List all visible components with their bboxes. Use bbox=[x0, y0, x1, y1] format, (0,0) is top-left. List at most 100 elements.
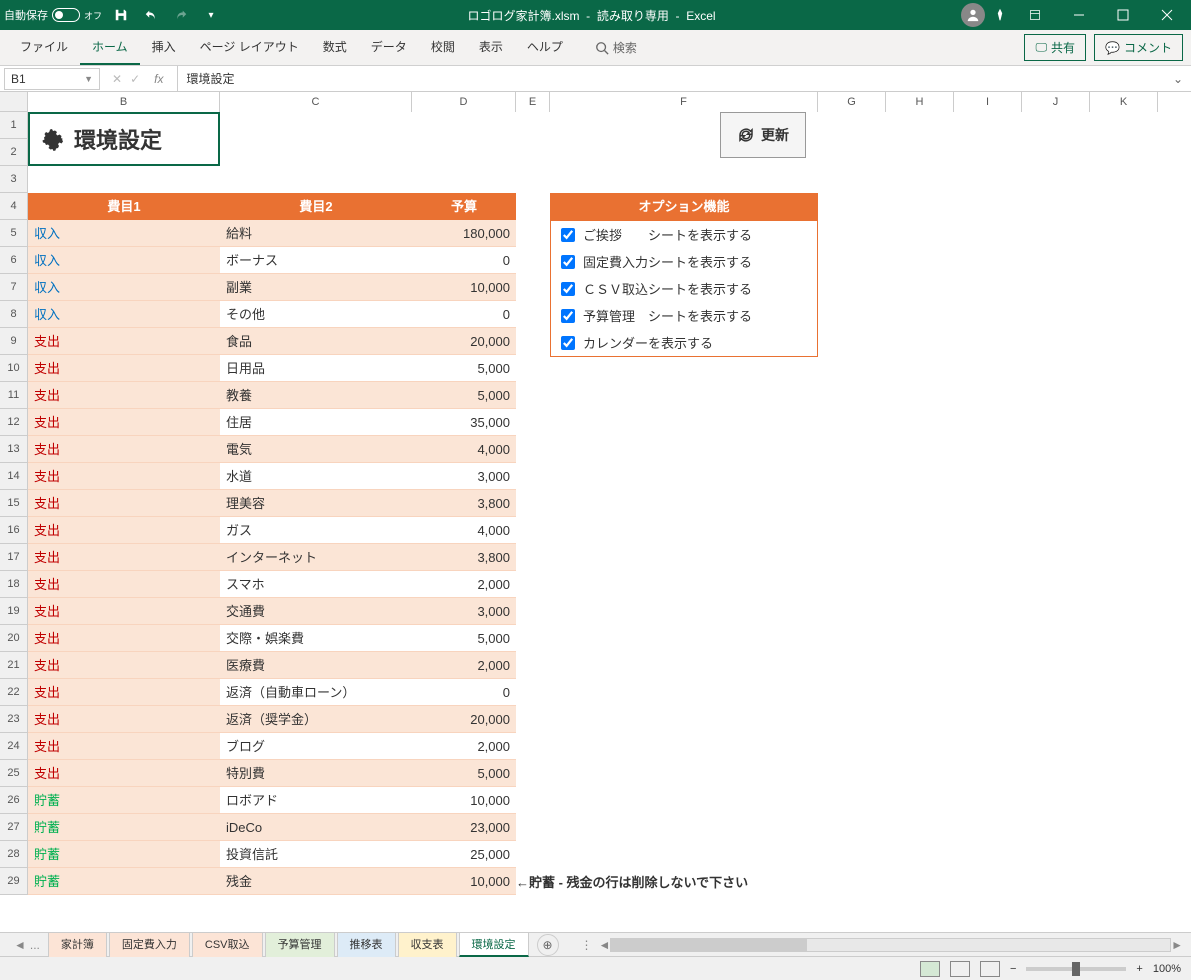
table-row[interactable]: 支出ブログ2,000 bbox=[28, 733, 516, 760]
table-row[interactable]: 支出返済（奨学金）20,000 bbox=[28, 706, 516, 733]
cell-item[interactable]: スマホ bbox=[220, 571, 412, 597]
cell-item[interactable]: 残金 bbox=[220, 868, 412, 894]
page-title-cell[interactable]: 環境設定 bbox=[28, 112, 220, 166]
row-header-21[interactable]: 21 bbox=[0, 652, 28, 679]
table-row[interactable]: 支出食品20,000 bbox=[28, 328, 516, 355]
sheet-tab[interactable]: 予算管理 bbox=[265, 932, 335, 957]
user-avatar[interactable] bbox=[961, 3, 985, 27]
cell-item[interactable]: 特別費 bbox=[220, 760, 412, 786]
cell-budget[interactable]: 2,000 bbox=[412, 733, 516, 759]
col-header-I[interactable]: I bbox=[954, 92, 1022, 112]
table-row[interactable]: 支出インターネット3,800 bbox=[28, 544, 516, 571]
undo-icon[interactable] bbox=[140, 4, 162, 26]
cell-category[interactable]: 支出 bbox=[28, 328, 220, 354]
cell-item[interactable]: 交通費 bbox=[220, 598, 412, 624]
table-row[interactable]: 支出電気4,000 bbox=[28, 436, 516, 463]
cell-category[interactable]: 支出 bbox=[28, 517, 220, 543]
sheet-tab[interactable]: 環境設定 bbox=[459, 932, 529, 957]
page-break-view-icon[interactable] bbox=[980, 961, 1000, 977]
fx-icon[interactable]: fx bbox=[148, 72, 169, 86]
row-header-23[interactable]: 23 bbox=[0, 706, 28, 733]
table-row[interactable]: 貯蓄投資信託25,000 bbox=[28, 841, 516, 868]
zoom-slider[interactable] bbox=[1026, 967, 1126, 971]
sheet-nav-more-icon[interactable]: ... bbox=[30, 938, 40, 952]
cell-budget[interactable]: 20,000 bbox=[412, 706, 516, 732]
cell-item[interactable]: 教養 bbox=[220, 382, 412, 408]
row-header-29[interactable]: 29 bbox=[0, 868, 28, 895]
ribbon-tab-1[interactable]: ホーム bbox=[80, 30, 140, 65]
row-header-28[interactable]: 28 bbox=[0, 841, 28, 868]
row-header-10[interactable]: 10 bbox=[0, 355, 28, 382]
row-header-19[interactable]: 19 bbox=[0, 598, 28, 625]
col-header-E[interactable]: E bbox=[516, 92, 550, 112]
table-row[interactable]: 貯蓄iDeCo23,000 bbox=[28, 814, 516, 841]
cell-item[interactable]: 住居 bbox=[220, 409, 412, 435]
formula-input[interactable]: 環境設定 bbox=[178, 70, 1164, 87]
cell-budget[interactable]: 4,000 bbox=[412, 436, 516, 462]
row-header-2[interactable]: 2 bbox=[0, 139, 28, 166]
comments-button[interactable]: 💬コメント bbox=[1094, 34, 1183, 61]
horizontal-scrollbar[interactable] bbox=[610, 938, 1171, 952]
row-header-13[interactable]: 13 bbox=[0, 436, 28, 463]
save-icon[interactable] bbox=[110, 4, 132, 26]
cell-category[interactable]: 支出 bbox=[28, 355, 220, 381]
cell-category[interactable]: 支出 bbox=[28, 760, 220, 786]
cell-category[interactable]: 支出 bbox=[28, 463, 220, 489]
normal-view-icon[interactable] bbox=[920, 961, 940, 977]
cell-item[interactable]: 食品 bbox=[220, 328, 412, 354]
row-header-6[interactable]: 6 bbox=[0, 247, 28, 274]
table-row[interactable]: 支出スマホ2,000 bbox=[28, 571, 516, 598]
table-row[interactable]: 支出水道3,000 bbox=[28, 463, 516, 490]
table-row[interactable]: 支出理美容3,800 bbox=[28, 490, 516, 517]
cell-budget[interactable]: 3,000 bbox=[412, 598, 516, 624]
hscroll-right-icon[interactable]: ► bbox=[1171, 938, 1183, 952]
row-header-3[interactable]: 3 bbox=[0, 166, 28, 193]
cell-item[interactable]: ガス bbox=[220, 517, 412, 543]
cell-category[interactable]: 支出 bbox=[28, 409, 220, 435]
row-header-14[interactable]: 14 bbox=[0, 463, 28, 490]
ribbon-tab-2[interactable]: 挿入 bbox=[140, 30, 188, 65]
cell-budget[interactable]: 5,000 bbox=[412, 355, 516, 381]
option-checkbox[interactable] bbox=[561, 228, 575, 242]
col-header-F[interactable]: F bbox=[550, 92, 818, 112]
row-header-27[interactable]: 27 bbox=[0, 814, 28, 841]
sheet-tab[interactable]: 収支表 bbox=[398, 932, 457, 957]
cell-category[interactable]: 貯蓄 bbox=[28, 787, 220, 813]
autosave-toggle[interactable]: 自動保存 オフ bbox=[4, 7, 102, 23]
cell-budget[interactable]: 2,000 bbox=[412, 652, 516, 678]
cell-budget[interactable]: 23,000 bbox=[412, 814, 516, 840]
option-checkbox[interactable] bbox=[561, 255, 575, 269]
row-header-7[interactable]: 7 bbox=[0, 274, 28, 301]
cell-budget[interactable]: 180,000 bbox=[412, 220, 516, 246]
cell-category[interactable]: 貯蓄 bbox=[28, 868, 220, 894]
row-header-9[interactable]: 9 bbox=[0, 328, 28, 355]
cell-item[interactable]: ブログ bbox=[220, 733, 412, 759]
cell-category[interactable]: 収入 bbox=[28, 220, 220, 246]
col-header-G[interactable]: G bbox=[818, 92, 886, 112]
cell-budget[interactable]: 0 bbox=[412, 247, 516, 273]
ribbon-tab-4[interactable]: 数式 bbox=[311, 30, 359, 65]
option-checkbox[interactable] bbox=[561, 282, 575, 296]
coming-soon-icon[interactable] bbox=[989, 4, 1011, 26]
cell-budget[interactable]: 10,000 bbox=[412, 787, 516, 813]
cell-category[interactable]: 収入 bbox=[28, 274, 220, 300]
col-header-B[interactable]: B bbox=[28, 92, 220, 112]
formula-expand-icon[interactable]: ⌄ bbox=[1165, 72, 1191, 86]
cell-item[interactable]: 返済（自動車ローン） bbox=[220, 679, 412, 705]
cell-item[interactable]: ボーナス bbox=[220, 247, 412, 273]
table-row[interactable]: 収入ボーナス0 bbox=[28, 247, 516, 274]
cell-budget[interactable]: 5,000 bbox=[412, 382, 516, 408]
cell-category[interactable]: 収入 bbox=[28, 247, 220, 273]
row-header-24[interactable]: 24 bbox=[0, 733, 28, 760]
col-header-H[interactable]: H bbox=[886, 92, 954, 112]
cell-item[interactable]: 返済（奨学金） bbox=[220, 706, 412, 732]
cell-category[interactable]: 収入 bbox=[28, 301, 220, 327]
cell-category[interactable]: 支出 bbox=[28, 679, 220, 705]
cell-budget[interactable]: 4,000 bbox=[412, 517, 516, 543]
row-header-11[interactable]: 11 bbox=[0, 382, 28, 409]
cell-category[interactable]: 支出 bbox=[28, 625, 220, 651]
cell-category[interactable]: 支出 bbox=[28, 490, 220, 516]
ribbon-options-icon[interactable] bbox=[1015, 0, 1055, 30]
search-box[interactable]: 検索 bbox=[595, 39, 637, 56]
row-header-26[interactable]: 26 bbox=[0, 787, 28, 814]
